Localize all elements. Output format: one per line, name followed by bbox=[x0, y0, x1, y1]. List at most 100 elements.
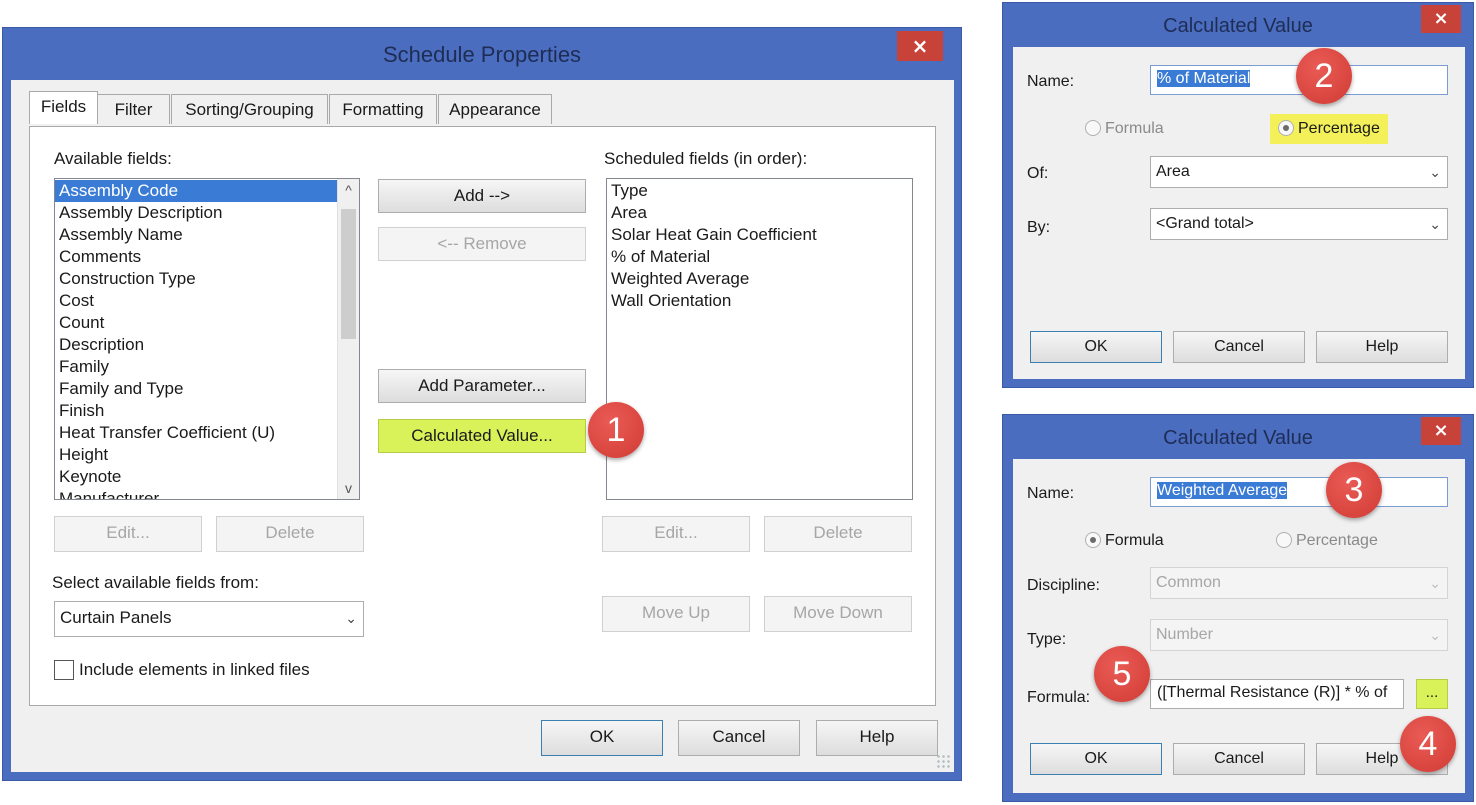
available-field-item[interactable]: Assembly Description bbox=[55, 202, 337, 224]
edit-scheduled-button[interactable]: Edit... bbox=[602, 516, 750, 552]
available-field-item[interactable]: Count bbox=[55, 312, 337, 334]
percentage-radio[interactable]: Percentage bbox=[1270, 114, 1388, 144]
chevron-down-icon[interactable]: v bbox=[338, 477, 359, 499]
add-button[interactable]: Add --> bbox=[378, 179, 586, 213]
delete-scheduled-button[interactable]: Delete bbox=[764, 516, 912, 552]
formula-input-value: ([Thermal Resistance (R)] * % of bbox=[1157, 684, 1388, 701]
callout-3: 3 bbox=[1326, 462, 1382, 518]
fields-panel: Available fields: Assembly Code Assembly … bbox=[29, 126, 936, 706]
close-button[interactable]: × bbox=[1421, 417, 1461, 445]
formula-input[interactable]: ([Thermal Resistance (R)] * % of bbox=[1150, 679, 1404, 709]
available-field-item[interactable]: Assembly Name bbox=[55, 224, 337, 246]
by-dropdown-value: <Grand total> bbox=[1156, 215, 1254, 232]
formula-label: Formula: bbox=[1027, 689, 1091, 706]
formula-ellipsis-button[interactable]: ... bbox=[1416, 679, 1448, 709]
percentage-radio-label: Percentage bbox=[1296, 532, 1378, 549]
cancel-button[interactable]: Cancel bbox=[678, 720, 800, 756]
select-fields-from-dropdown[interactable]: Curtain Panels ⌄ bbox=[54, 601, 364, 637]
scheduled-field-item[interactable]: Type bbox=[607, 180, 912, 202]
include-linked-checkbox[interactable] bbox=[54, 660, 74, 680]
scheduled-fields-list[interactable]: Type Area Solar Heat Gain Coefficient% of … bbox=[606, 178, 913, 500]
delete-available-button[interactable]: Delete bbox=[216, 516, 364, 552]
callout-2: 2 bbox=[1296, 48, 1352, 104]
ok-button[interactable]: OK bbox=[541, 720, 663, 756]
add-parameter-button[interactable]: Add Parameter... bbox=[378, 369, 586, 403]
calculated-value-percentage-window: Calculated Value × Name: % of Material F… bbox=[1002, 2, 1474, 388]
chevron-down-icon: ⌄ bbox=[1429, 627, 1441, 643]
available-field-item[interactable]: Manufacturer bbox=[55, 488, 337, 499]
move-up-button[interactable]: Move Up bbox=[602, 596, 750, 632]
name-label: Name: bbox=[1027, 485, 1075, 502]
type-label: Type: bbox=[1027, 631, 1067, 648]
scrollbar-thumb[interactable] bbox=[341, 209, 356, 339]
close-button[interactable]: × bbox=[1421, 5, 1461, 33]
of-label: Of: bbox=[1027, 165, 1049, 182]
tab-fields[interactable]: Fields bbox=[29, 91, 98, 124]
remove-button[interactable]: <-- Remove bbox=[378, 227, 586, 261]
available-field-item[interactable]: Height bbox=[55, 444, 337, 466]
tab-filter[interactable]: Filter bbox=[97, 94, 170, 124]
available-field-item[interactable]: Comments bbox=[55, 246, 337, 268]
help-button[interactable]: Help bbox=[816, 720, 938, 756]
available-field-item[interactable]: Family and Type bbox=[55, 378, 337, 400]
scheduled-field-item[interactable]: Area bbox=[607, 202, 912, 224]
cancel-button[interactable]: Cancel bbox=[1173, 743, 1305, 775]
chevron-up-icon[interactable]: ^ bbox=[338, 179, 359, 201]
scheduled-field-item[interactable]: % of Material bbox=[607, 246, 912, 268]
discipline-dropdown-value: Common bbox=[1156, 574, 1221, 591]
resize-grip-icon[interactable] bbox=[936, 754, 950, 768]
cancel-button[interactable]: Cancel bbox=[1173, 331, 1305, 363]
discipline-dropdown[interactable]: Common ⌄ bbox=[1150, 567, 1448, 599]
scheduled-field-item[interactable]: Wall Orientation bbox=[607, 290, 912, 312]
include-linked-label: Include elements in linked files bbox=[79, 660, 310, 679]
by-label: By: bbox=[1027, 219, 1051, 236]
close-button[interactable]: × bbox=[897, 31, 943, 61]
move-down-button[interactable]: Move Down bbox=[764, 596, 912, 632]
chevron-down-icon: ⌄ bbox=[1429, 164, 1441, 180]
discipline-label: Discipline: bbox=[1027, 577, 1100, 594]
schedule-properties-body: Fields Filter Sorting/Grouping Formattin… bbox=[11, 80, 954, 772]
calculated-value-title: Calculated Value bbox=[1163, 427, 1313, 449]
available-field-item[interactable]: Heat Transfer Coefficient (U) bbox=[55, 422, 337, 444]
available-field-item[interactable]: Cost bbox=[55, 290, 337, 312]
callout-4: 4 bbox=[1400, 716, 1456, 772]
by-dropdown[interactable]: <Grand total> ⌄ bbox=[1150, 208, 1448, 240]
available-field-item[interactable]: Keynote bbox=[55, 466, 337, 488]
scheduled-field-item[interactable]: Weighted Average bbox=[607, 268, 912, 290]
available-field-item[interactable]: Description bbox=[55, 334, 337, 356]
tab-strip: Fields Filter Sorting/Grouping Formattin… bbox=[29, 91, 629, 127]
radio-circle-icon bbox=[1085, 120, 1101, 136]
help-button[interactable]: Help bbox=[1316, 331, 1448, 363]
available-field-item[interactable]: Family bbox=[55, 356, 337, 378]
ok-button[interactable]: OK bbox=[1030, 743, 1162, 775]
name-label: Name: bbox=[1027, 73, 1075, 90]
scheduled-fields-label: Scheduled fields (in order): bbox=[604, 149, 808, 168]
tab-appearance[interactable]: Appearance bbox=[438, 94, 552, 124]
formula-radio[interactable]: Formula bbox=[1085, 117, 1164, 141]
radio-circle-icon bbox=[1278, 120, 1294, 136]
calculated-value-title: Calculated Value bbox=[1163, 15, 1313, 37]
formula-radio-label: Formula bbox=[1105, 532, 1164, 549]
available-fields-list[interactable]: Assembly Code Assembly Description Assembl… bbox=[54, 178, 360, 500]
name-input-value: % of Material bbox=[1157, 70, 1251, 87]
of-dropdown[interactable]: Area ⌄ bbox=[1150, 156, 1448, 188]
ok-button[interactable]: OK bbox=[1030, 331, 1162, 363]
percentage-radio[interactable]: Percentage bbox=[1276, 529, 1378, 553]
edit-available-button[interactable]: Edit... bbox=[54, 516, 202, 552]
callout-1: 1 bbox=[588, 402, 644, 458]
available-field-item[interactable]: Construction Type bbox=[55, 268, 337, 290]
schedule-properties-window: Schedule Properties × Fields Filter Sort… bbox=[2, 27, 962, 781]
of-dropdown-value: Area bbox=[1156, 163, 1190, 180]
type-dropdown[interactable]: Number ⌄ bbox=[1150, 619, 1448, 651]
available-field-item[interactable]: Assembly Code bbox=[55, 180, 337, 202]
available-fields-scrollbar[interactable]: ^ v bbox=[337, 179, 359, 499]
tab-sorting-grouping[interactable]: Sorting/Grouping bbox=[171, 94, 328, 124]
name-input-value: Weighted Average bbox=[1157, 482, 1288, 499]
chevron-down-icon: ⌄ bbox=[1429, 575, 1441, 591]
name-input[interactable]: Weighted Average bbox=[1150, 477, 1448, 507]
available-field-item[interactable]: Finish bbox=[55, 400, 337, 422]
tab-formatting[interactable]: Formatting bbox=[329, 94, 437, 124]
calculated-value-button[interactable]: Calculated Value... bbox=[378, 419, 586, 453]
scheduled-field-item[interactable]: Solar Heat Gain Coefficient bbox=[607, 224, 912, 246]
formula-radio[interactable]: Formula bbox=[1085, 529, 1164, 553]
